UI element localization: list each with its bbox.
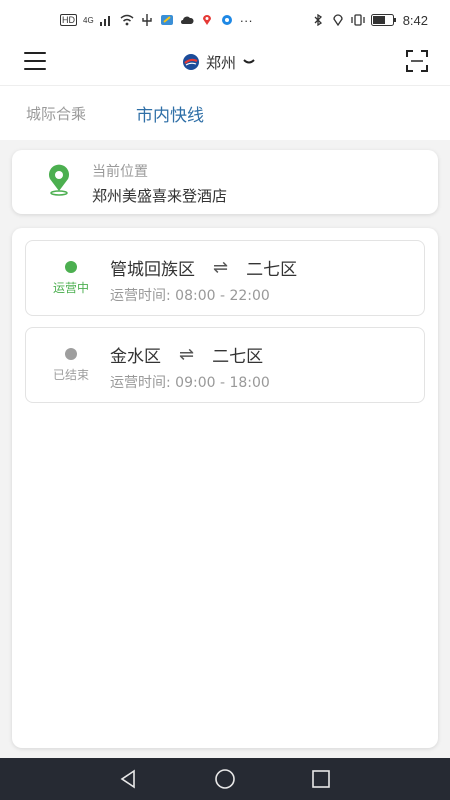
route-card[interactable]: 已结束 金水区 ⇌ 二七区 运营时间: 09:00 - 18:00	[25, 327, 425, 403]
route-card[interactable]: 运营中 管城回族区 ⇌ 二七区 运营时间: 08:00 - 22:00	[25, 240, 425, 316]
route-to: 二七区	[246, 260, 298, 280]
swap-arrows-icon: ⇌	[213, 257, 229, 278]
app-notification-icon	[160, 15, 173, 25]
app-header: 郑州	[0, 40, 450, 86]
status-left-icons: HD 4G ···	[60, 13, 253, 28]
route-from: 管城回族区	[110, 260, 195, 280]
city-selector[interactable]: 郑州	[182, 50, 256, 74]
vibrate-icon	[351, 14, 365, 26]
current-location-card[interactable]: 当前位置 郑州美盛喜来登酒店	[12, 150, 438, 214]
location-name: 郑州美盛喜来登酒店	[92, 187, 228, 205]
route-list: 运营中 管城回族区 ⇌ 二七区 运营时间: 08:00 - 22:00 已结束 …	[12, 228, 438, 748]
hd-badge: HD	[60, 14, 77, 26]
tab-city-express[interactable]: 市内快线	[136, 101, 204, 126]
route-status: 已结束	[40, 348, 102, 383]
route-hours: 运营时间: 08:00 - 22:00	[110, 288, 270, 304]
location-label: 当前位置	[92, 164, 148, 180]
signal-icon	[99, 16, 110, 26]
status-bar: HD 4G ··· 8:42	[0, 0, 450, 40]
status-text: 运营中	[52, 281, 89, 295]
route-title: 管城回族区 ⇌ 二七区	[110, 255, 297, 280]
route-from: 金水区	[110, 347, 161, 367]
wifi-icon	[120, 14, 134, 26]
tab-intercity-carpool[interactable]: 城际合乘	[26, 103, 86, 124]
company-logo-icon	[183, 54, 199, 70]
system-nav-bar	[0, 758, 450, 800]
route-status: 运营中	[40, 261, 102, 296]
bluetooth-icon	[314, 14, 322, 26]
route-title: 金水区 ⇌ 二七区	[110, 342, 263, 367]
status-dot-icon	[65, 348, 77, 360]
swap-arrows-icon: ⇌	[179, 344, 195, 365]
hamburger-menu-icon[interactable]	[24, 52, 46, 72]
chevron-down-icon	[243, 59, 255, 64]
status-right-icons: 8:42	[311, 13, 428, 28]
status-dot-icon	[65, 261, 77, 273]
city-name: 郑州	[206, 53, 237, 72]
battery-icon	[370, 14, 396, 26]
signal-label: 4G	[83, 15, 94, 25]
route-hours: 运营时间: 09:00 - 18:00	[110, 375, 270, 391]
location-pin-icon	[49, 164, 69, 196]
service-tabs: 城际合乘 市内快线	[0, 86, 450, 140]
more-notifications: ···	[239, 12, 253, 28]
status-text: 已结束	[52, 368, 89, 382]
location-icon	[333, 14, 343, 26]
home-circle-icon[interactable]	[213, 767, 237, 791]
clock: 8:42	[402, 12, 428, 28]
route-to: 二七区	[212, 347, 264, 367]
scan-icon[interactable]	[406, 50, 428, 72]
cloud-icon	[180, 16, 194, 24]
map-pin-notification-icon	[202, 15, 211, 25]
recents-square-icon[interactable]	[309, 767, 333, 791]
back-triangle-icon[interactable]	[117, 767, 141, 791]
browser-notification-icon	[221, 15, 232, 25]
usb-icon	[141, 14, 152, 26]
